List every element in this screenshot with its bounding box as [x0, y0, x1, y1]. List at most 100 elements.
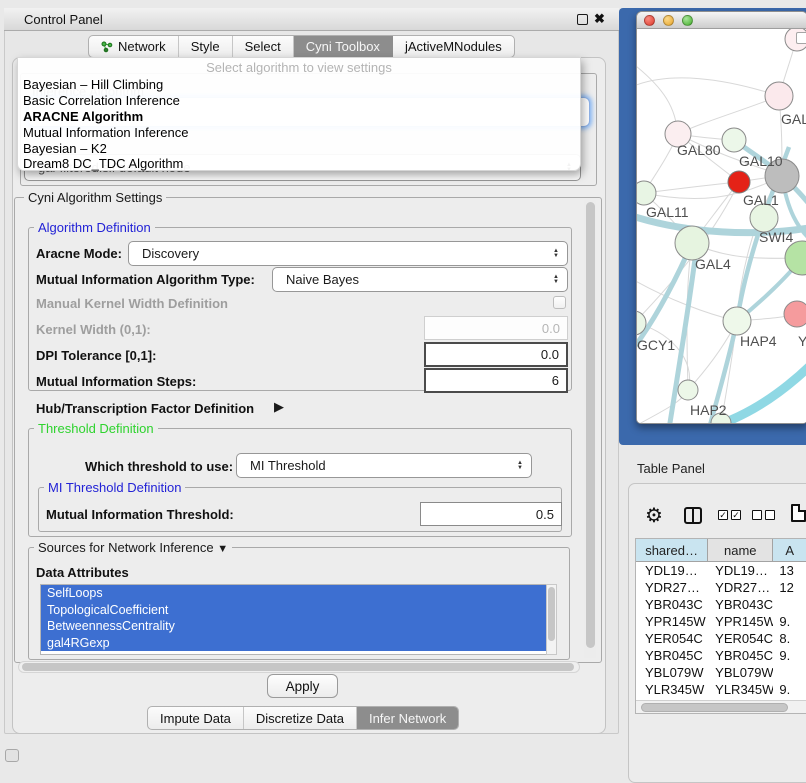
settings-vertical-scrollbar[interactable] [584, 200, 596, 658]
list-item-gal4rgexp[interactable]: gal4RGexp [41, 635, 546, 652]
mi-steps-field[interactable]: 6 [424, 368, 568, 393]
list-item-betweennesscentrality[interactable]: BetweennessCentrality [41, 618, 546, 635]
disclosure-right-icon[interactable]: ▶ [274, 399, 284, 415]
node-swi4[interactable] [750, 204, 778, 232]
select-all-checkboxes-icon[interactable]: ✓✓ [718, 510, 741, 520]
menu-item-bayesian-k2[interactable]: Bayesian – K2 [18, 140, 580, 156]
mi-threshold-field[interactable]: 0.5 [420, 502, 562, 526]
menu-item-basic-correlation[interactable]: Basic Correlation Inference [18, 93, 580, 109]
node-label-gal11: GAL11 [646, 204, 689, 220]
node-label-gal10: GAL10 [739, 153, 783, 169]
tab-cyni-toolbox[interactable]: Cyni Toolbox [294, 36, 393, 57]
node-gal4[interactable] [675, 226, 709, 260]
disclosure-down-icon[interactable]: ▼ [217, 543, 228, 555]
control-panel-titlebar[interactable]: Control Panel [4, 8, 619, 31]
mi-threshold-group-title: MI Threshold Definition [44, 480, 185, 495]
list-item-topologicalcoefficient[interactable]: TopologicalCoefficient [41, 602, 546, 619]
threshold-definition-title: Threshold Definition [34, 421, 158, 436]
tab-style-label: Style [191, 39, 220, 54]
minimize-window-icon[interactable] [663, 15, 674, 26]
algorithm-dropdown-popup: Select algorithm to view settings Bayesi… [17, 57, 581, 171]
column-header-name[interactable]: name [708, 539, 773, 562]
node-label-gal4: GAL4 [695, 256, 731, 272]
table-row[interactable]: YER054CYER054C8. [636, 630, 806, 647]
dpi-tolerance-field[interactable]: 0.0 [424, 342, 568, 367]
collapsed-panel-icon[interactable] [5, 749, 19, 762]
table-body: YDL19…YDL19…13 YDR27…YDR27…12 YBR043CYBR… [636, 562, 806, 710]
menu-item-mutual-information[interactable]: Mutual Information Inference [18, 124, 580, 140]
manual-kernel-checkbox[interactable] [553, 296, 566, 309]
close-panel-icon[interactable]: ✖ [594, 11, 605, 27]
node-gal-clipped[interactable] [765, 82, 793, 110]
table-horizontal-scrollbar-thumb[interactable] [641, 703, 788, 712]
control-panel-tabbar: Network Style Select Cyni Toolbox jActiv… [88, 35, 515, 58]
tab-select[interactable]: Select [233, 36, 294, 57]
menu-item-bayesian-hill-climbing[interactable]: Bayesian – Hill Climbing [18, 77, 580, 93]
tab-discretize-data-label: Discretize Data [256, 711, 344, 726]
menu-item-dream8[interactable]: Dream8 DC_TDC Algorithm [18, 156, 580, 172]
birdseye-overlay-box[interactable] [796, 32, 806, 44]
mi-type-combo[interactable]: Naive Bayes ▲▼ [272, 267, 568, 292]
settings-horizontal-scrollbar[interactable] [18, 661, 580, 673]
node-gal11[interactable] [637, 181, 656, 205]
which-threshold-combo[interactable]: MI Threshold ▲▼ [236, 453, 532, 478]
table-row[interactable]: YLR345WYLR345W9. [636, 681, 806, 698]
attributes-list-scrollbar-thumb[interactable] [548, 587, 555, 641]
popup-prompt: Select algorithm to view settings [18, 58, 580, 77]
tab-discretize-data[interactable]: Discretize Data [244, 707, 357, 729]
node-green-right[interactable] [785, 241, 806, 275]
aracne-mode-combo[interactable]: Discovery ▲▼ [128, 241, 568, 266]
tab-cyni-toolbox-label: Cyni Toolbox [306, 39, 380, 54]
node-gal1-red[interactable] [728, 171, 750, 193]
table-row[interactable]: YBR045CYBR045C9. [636, 647, 806, 664]
network-canvas[interactable]: GAL GAL80 GAL10 GAL1 GAL11 SWI4 GAL4 GCY… [637, 29, 806, 424]
kernel-width-field[interactable]: 0.0 [424, 316, 568, 340]
column-header-clipped[interactable]: A [773, 539, 806, 562]
node-label-gcy1: GCY1 [637, 337, 675, 353]
tab-infer-network[interactable]: Infer Network [357, 707, 458, 729]
manual-kernel-label: Manual Kernel Width Definition [36, 296, 228, 311]
settings-horizontal-scrollbar-thumb[interactable] [22, 663, 574, 671]
apply-button-label: Apply [286, 679, 320, 694]
tab-jactivemnodules[interactable]: jActiveMNodules [393, 36, 514, 57]
zoom-window-icon[interactable] [682, 15, 693, 26]
which-threshold-value: MI Threshold [250, 458, 326, 473]
node-label-swi4: SWI4 [759, 229, 793, 245]
cyni-algorithm-settings-title: Cyni Algorithm Settings [24, 190, 166, 205]
table-row[interactable]: YDR27…YDR27…12 [636, 579, 806, 596]
gear-icon[interactable]: ⚙ [645, 503, 663, 528]
menu-item-aracne[interactable]: ARACNE Algorithm [18, 109, 580, 125]
network-icon [101, 41, 113, 53]
dpi-tolerance-label: DPI Tolerance [0,1]: [36, 348, 156, 363]
node-gal10[interactable] [722, 128, 746, 152]
tab-network-label: Network [118, 39, 166, 54]
table-row[interactable]: YPR145WYPR145W9. [636, 613, 806, 630]
stepper-icon: ▲▼ [517, 461, 523, 471]
column-header-shared-name[interactable]: shared… [636, 539, 708, 562]
float-panel-icon[interactable] [577, 14, 588, 25]
apply-button[interactable]: Apply [267, 674, 338, 698]
tab-network[interactable]: Network [89, 36, 179, 57]
hub-definition-label: Hub/Transcription Factor Definition [36, 401, 254, 416]
table-row[interactable]: YBL079WYBL079W [636, 664, 806, 681]
node-label-gal80: GAL80 [677, 142, 721, 158]
node-y-clipped[interactable] [784, 301, 806, 327]
deselect-all-checkboxes-icon[interactable] [752, 510, 775, 520]
which-threshold-label: Which threshold to use: [85, 459, 233, 474]
attributes-list-scrollbar[interactable] [546, 584, 557, 655]
network-window-titlebar[interactable] [637, 12, 806, 29]
mi-threshold-label: Mutual Information Threshold: [46, 507, 234, 522]
table-row[interactable]: YDL19…YDL19…13 [636, 562, 806, 579]
table-row[interactable]: YBR043CYBR043C [636, 596, 806, 613]
tab-style[interactable]: Style [179, 36, 233, 57]
app-root: { "colors": { "selection_blue": "#3d6fd1… [0, 0, 806, 762]
list-item-selfloops[interactable]: SelfLoops [41, 585, 546, 602]
node-hap2[interactable] [678, 380, 698, 400]
tab-impute-data[interactable]: Impute Data [148, 707, 244, 729]
column-browser-icon[interactable] [684, 507, 702, 524]
node-hap4[interactable] [723, 307, 751, 335]
close-window-icon[interactable] [644, 15, 655, 26]
settings-vertical-scrollbar-thumb[interactable] [586, 202, 595, 648]
table-horizontal-scrollbar[interactable] [636, 700, 806, 713]
document-icon[interactable] [791, 504, 806, 522]
